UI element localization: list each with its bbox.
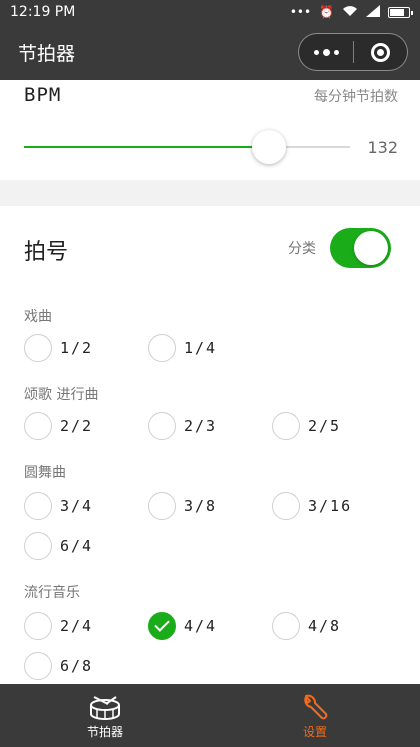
time-signature-option[interactable]: 1/2 [24, 334, 93, 362]
wrench-icon [304, 694, 328, 720]
category-toggle[interactable] [330, 228, 391, 268]
time-signature-option-label: 2/4 [60, 617, 94, 635]
tab-metronome-label: 节拍器 [86, 725, 123, 739]
radio-circle-icon [24, 532, 52, 560]
status-icons: ••• ⏰ [289, 4, 413, 20]
group-label: 戏曲 [24, 309, 52, 325]
bpm-value: 132 [367, 138, 398, 157]
time-signature-option[interactable]: 2/5 [272, 412, 341, 440]
time-signature-option-label: 2/5 [308, 417, 342, 435]
signal-icon [366, 4, 380, 20]
more-menu-button[interactable] [299, 34, 353, 70]
status-time: 12:19 PM [10, 4, 76, 20]
time-signature-option-label: 2/2 [60, 417, 94, 435]
radio-circle-icon [148, 334, 176, 362]
radio-checked-icon [148, 612, 176, 640]
group-label: 颂歌 进行曲 [24, 387, 99, 403]
time-signature-option-label: 2/3 [184, 417, 218, 435]
time-signature-option[interactable]: 2/3 [148, 412, 217, 440]
group-label: 圆舞曲 [24, 465, 66, 481]
radio-circle-icon [24, 412, 52, 440]
time-signature-title: 拍号 [24, 240, 69, 265]
radio-circle-icon [272, 492, 300, 520]
tab-bar: 节拍器 设置 [0, 684, 420, 747]
bpm-label: BPM [24, 84, 62, 106]
page-title: 节拍器 [18, 42, 76, 65]
bpm-slider-thumb[interactable] [251, 130, 286, 164]
time-signature-option-label: 6/4 [60, 537, 94, 555]
radio-circle-icon [24, 492, 52, 520]
mini-program-capsule [298, 33, 408, 71]
category-toggle-label: 分类 [288, 241, 316, 257]
time-signature-option-label: 3/4 [60, 497, 94, 515]
time-signature-option-label: 1/4 [184, 339, 218, 357]
bpm-sublabel: 每分钟节拍数 [314, 89, 398, 105]
time-signature-option[interactable]: 3/4 [24, 492, 93, 520]
time-signature-option-label: 4/8 [308, 617, 342, 635]
radio-circle-icon [148, 492, 176, 520]
time-signature-option[interactable]: 3/8 [148, 492, 217, 520]
bpm-slider-fill [24, 146, 269, 148]
tab-settings-label: 设置 [302, 725, 327, 739]
alarm-icon: ⏰ [319, 5, 334, 19]
time-signature-option[interactable]: 2/2 [24, 412, 93, 440]
radio-circle-icon [24, 652, 52, 680]
time-signature-option[interactable]: 4/4 [148, 612, 217, 640]
time-signature-option-label: 3/8 [184, 497, 218, 515]
tab-settings[interactable]: 设置 [210, 684, 420, 747]
time-signature-option-label: 3/16 [308, 497, 353, 515]
status-bar: 12:19 PM ••• ⏰ [0, 0, 420, 24]
drum-icon [90, 696, 120, 720]
radio-circle-icon [272, 412, 300, 440]
battery-icon [388, 6, 413, 18]
time-signature-option[interactable]: 6/4 [24, 532, 93, 560]
bpm-card: BPM 每分钟节拍数 132 [0, 80, 420, 180]
radio-circle-icon [24, 612, 52, 640]
group-label: 流行音乐 [24, 585, 80, 601]
time-signature-option-label: 1/2 [60, 339, 94, 357]
time-signature-option[interactable]: 3/16 [272, 492, 352, 520]
tab-metronome[interactable]: 节拍器 [0, 684, 210, 747]
nav-bar: 节拍器 [0, 24, 420, 80]
time-signature-option-label: 6/8 [60, 657, 94, 675]
time-signature-option[interactable]: 4/8 [272, 612, 341, 640]
time-signature-option-label: 4/4 [184, 617, 218, 635]
wifi-icon [342, 5, 358, 20]
time-signature-card: 拍号 分类 戏曲 1/2 1/4 颂歌 进行曲 2/2 2/3 2/5 圆舞曲 3/4 3/8 3/… [0, 206, 420, 684]
more-dots-icon: ••• [289, 5, 312, 19]
bpm-slider[interactable] [24, 130, 350, 164]
target-icon [370, 42, 390, 62]
radio-circle-icon [148, 412, 176, 440]
close-mini-program-button[interactable] [354, 34, 407, 70]
radio-circle-icon [24, 334, 52, 362]
radio-circle-icon [272, 612, 300, 640]
time-signature-option[interactable]: 1/4 [148, 334, 217, 362]
time-signature-option[interactable]: 6/8 [24, 652, 93, 680]
time-signature-option[interactable]: 2/4 [24, 612, 93, 640]
settings-content[interactable]: BPM 每分钟节拍数 132 拍号 分类 戏曲 1/2 1/4 颂歌 进行曲 2/2 2/… [0, 80, 420, 684]
toggle-knob [354, 231, 388, 265]
